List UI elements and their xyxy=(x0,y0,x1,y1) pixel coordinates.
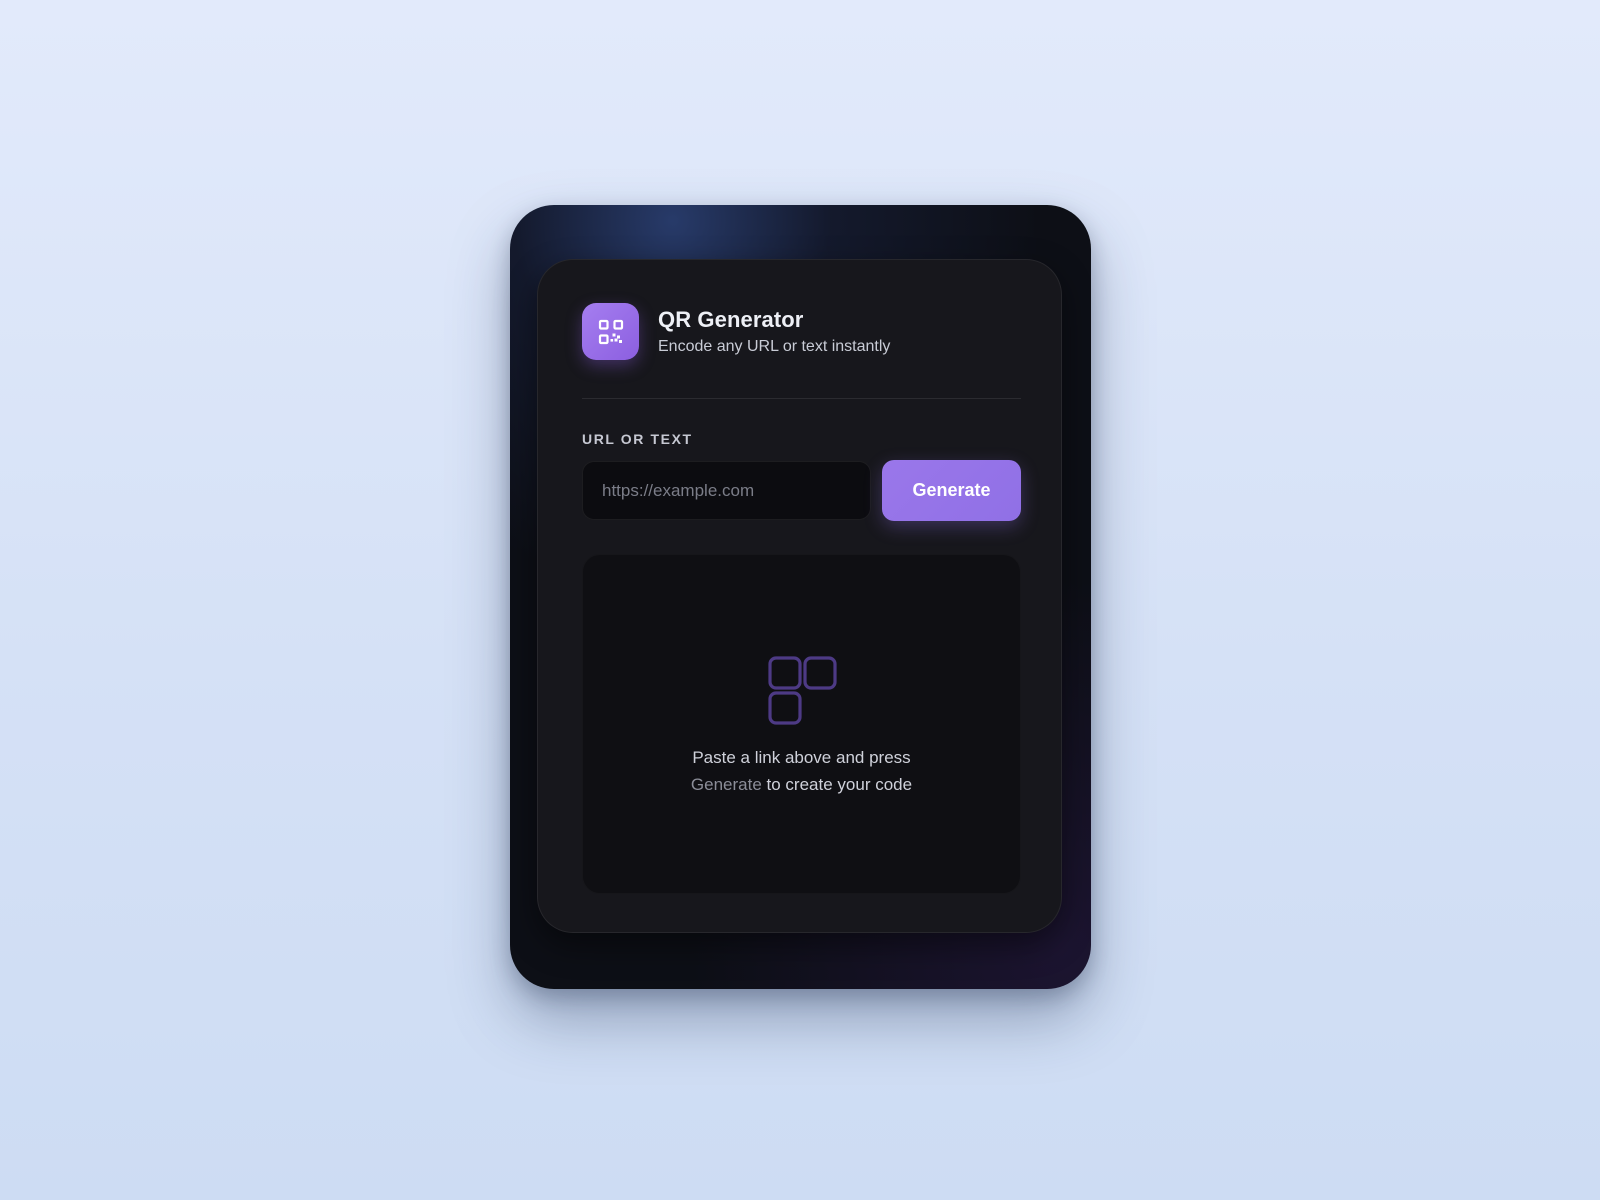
empty-state-message: Paste a link above and press Generate to… xyxy=(583,744,1020,798)
empty-message-line-1: Paste a link above and press xyxy=(692,748,911,767)
header-divider xyxy=(582,398,1021,399)
app-subtitle: Encode any URL or text instantly xyxy=(658,337,891,355)
app-title: QR Generator xyxy=(658,306,804,332)
app-titles: QR Generator Encode any URL or text inst… xyxy=(658,306,890,358)
app-window: QR Generator Encode any URL or text inst… xyxy=(510,205,1091,989)
generate-hint-text: Generate xyxy=(690,775,762,794)
qr-code-glyph xyxy=(598,319,623,344)
qr-code-icon xyxy=(582,303,639,360)
qr-generator-card: QR Generator Encode any URL or text inst… xyxy=(537,259,1062,933)
qr-preview-area: Paste a link above and press Generate to… xyxy=(582,554,1021,894)
qr-placeholder-icon xyxy=(768,656,837,725)
app-header: QR Generator Encode any URL or text inst… xyxy=(582,303,890,360)
url-field-label: URL OR TEXT xyxy=(582,431,693,447)
empty-message-line-2-rest: to create your code xyxy=(761,775,913,794)
empty-message-line-2: Generate to create your code xyxy=(583,771,1020,798)
generate-button[interactable]: Generate xyxy=(882,460,1021,521)
url-input[interactable] xyxy=(582,461,871,520)
